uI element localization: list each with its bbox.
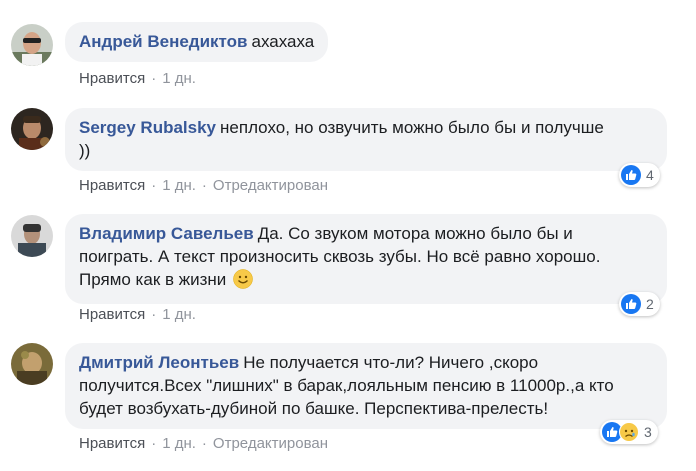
reaction-count: 4 <box>646 167 654 183</box>
comment-bubble: Владимир Савельев Да. Со звуком мотора мо… <box>65 214 667 304</box>
smile-emoji-icon <box>233 269 253 295</box>
separator: · <box>201 177 207 194</box>
comment-text: поиграть. А текст произносить сквозь зуб… <box>79 247 601 266</box>
comment-actions: Нравится · 1 дн. <box>79 306 196 323</box>
timestamp[interactable]: 1 дн. <box>162 306 196 323</box>
like-link[interactable]: Нравится <box>79 435 145 452</box>
comment-text: )) <box>79 141 91 160</box>
sad-reaction-icon <box>619 422 639 442</box>
comment-text: Не получается что-ли? Ничего ,скоро <box>243 353 539 372</box>
comment-author[interactable]: Дмитрий Леонтьев <box>79 353 239 372</box>
comment-bubble: Sergey Rubalsky неплохо, но озвучить можн… <box>65 108 667 171</box>
separator: · <box>151 435 157 452</box>
comment-bubble: Андрей Венедиктов ахахаха <box>65 22 329 62</box>
avatar[interactable] <box>11 24 53 66</box>
comment-text: будет возбухать-дубиной по башке. Перспе… <box>79 399 549 418</box>
edited-label[interactable]: Отредактирован <box>213 435 328 452</box>
like-link[interactable]: Нравится <box>79 177 145 194</box>
comment-text: неплохо, но озвучить можно было бы и пол… <box>220 118 604 137</box>
comment-author[interactable]: Sergey Rubalsky <box>79 118 216 137</box>
comment-text: получится.Всех "лишних" в барак,лояльным… <box>79 376 614 395</box>
reaction-count: 2 <box>646 296 654 312</box>
separator: · <box>151 70 157 87</box>
reaction-count: 3 <box>644 424 652 440</box>
comment-author[interactable]: Андрей Венедиктов <box>79 32 248 51</box>
comment-bubble: Дмитрий Леонтьев Не получается что-ли? Ни… <box>65 343 667 429</box>
reactions-summary[interactable]: 2 <box>619 292 660 316</box>
comment-author[interactable]: Владимир Савельев <box>79 224 254 243</box>
like-reaction-icon <box>621 294 641 314</box>
comment-text: ахахаха <box>251 32 315 51</box>
like-link[interactable]: Нравится <box>79 70 145 87</box>
separator: · <box>151 306 157 323</box>
like-link[interactable]: Нравится <box>79 306 145 323</box>
like-reaction-icon <box>621 165 641 185</box>
timestamp[interactable]: 1 дн. <box>162 70 196 87</box>
avatar[interactable] <box>11 215 53 257</box>
separator: · <box>151 177 157 194</box>
avatar[interactable] <box>11 343 53 385</box>
separator: · <box>201 435 207 452</box>
avatar[interactable] <box>11 108 53 150</box>
comment-actions: Нравится · 1 дн. · Отредактирован <box>79 177 328 194</box>
timestamp[interactable]: 1 дн. <box>162 435 196 452</box>
comment-text: Да. Со звуком мотора можно было бы и <box>257 224 573 243</box>
comment-text: Прямо как в жизни <box>79 270 227 289</box>
timestamp[interactable]: 1 дн. <box>162 177 196 194</box>
comment-actions: Нравится · 1 дн. <box>79 70 196 87</box>
reactions-summary[interactable]: 4 <box>619 163 660 187</box>
reactions-summary[interactable]: 3 <box>600 420 658 444</box>
edited-label[interactable]: Отредактирован <box>213 177 328 194</box>
comment-actions: Нравится · 1 дн. · Отредактирован <box>79 435 328 452</box>
